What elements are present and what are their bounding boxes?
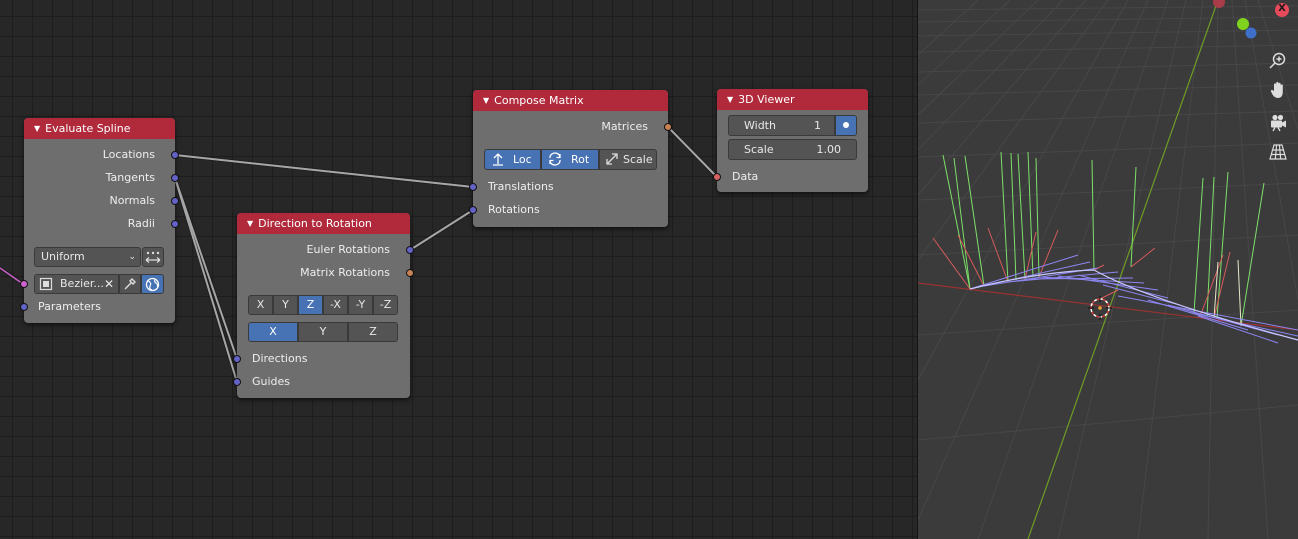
- input-guides: Guides: [252, 375, 291, 388]
- link-tangents-directions: [174, 177, 238, 360]
- toggle-loc[interactable]: Loc: [484, 149, 541, 170]
- node-title: Evaluate Spline: [45, 122, 131, 135]
- output-tangents: Tangents: [105, 171, 155, 184]
- viewport-3d[interactable]: X: [918, 0, 1298, 539]
- dot-icon: [843, 122, 849, 128]
- secondary-axis-y[interactable]: Y: [298, 322, 348, 342]
- node-title: 3D Viewer: [738, 93, 795, 106]
- resample-settings-button[interactable]: [142, 247, 164, 267]
- gizmo-x-label[interactable]: X: [1277, 3, 1287, 14]
- camera-icon[interactable]: [1267, 111, 1289, 133]
- output-normals: Normals: [109, 194, 155, 207]
- socket-matrix-rotations[interactable]: [406, 269, 414, 277]
- node-editor[interactable]: ▼ Evaluate Spline Locations Tangents Norm…: [0, 0, 917, 539]
- socket-locations[interactable]: [171, 151, 179, 159]
- socket-parameters[interactable]: [20, 303, 28, 311]
- input-directions: Directions: [252, 352, 308, 365]
- node-title: Direction to Rotation: [258, 217, 372, 230]
- socket-tangents[interactable]: [171, 174, 179, 182]
- socket-radii[interactable]: [171, 220, 179, 228]
- socket-rotations[interactable]: [469, 206, 477, 214]
- output-radii: Radii: [127, 217, 155, 230]
- clear-icon[interactable]: ✕: [104, 275, 114, 293]
- toggle-scale-label: Scale: [623, 153, 653, 166]
- object-icon: [39, 277, 53, 291]
- socket-directions[interactable]: [233, 355, 241, 363]
- output-euler-rotations: Euler Rotations: [306, 243, 391, 256]
- width-label: Width: [744, 119, 776, 132]
- socket-guides[interactable]: [233, 378, 241, 386]
- primary-axis-z[interactable]: Z: [298, 295, 323, 315]
- scale-label: Scale: [744, 143, 774, 156]
- floor-grid: [918, 0, 1298, 539]
- node-header[interactable]: ▼ 3D Viewer: [717, 89, 868, 110]
- primary-axis-y[interactable]: Y: [273, 295, 298, 315]
- node-header[interactable]: ▼ Compose Matrix: [473, 90, 668, 111]
- socket-matrices[interactable]: [664, 123, 672, 131]
- node-title: Compose Matrix: [494, 94, 584, 107]
- eyedropper-icon: [124, 278, 136, 290]
- evaluate-spline-node[interactable]: ▼ Evaluate Spline Locations Tangents Norm…: [20, 118, 179, 323]
- global-space-toggle[interactable]: [141, 274, 164, 294]
- link-euler-rotations: [409, 209, 474, 251]
- object-name: Bezier...: [60, 277, 104, 290]
- socket-euler-rotations[interactable]: [406, 246, 414, 254]
- socket-normals[interactable]: [171, 197, 179, 205]
- grid-ortho-icon[interactable]: [1267, 141, 1289, 163]
- node-header[interactable]: ▼ Direction to Rotation: [237, 213, 410, 234]
- primary-axis-neg-x[interactable]: -X: [323, 295, 348, 315]
- arrow-up-icon: [493, 153, 503, 166]
- secondary-axis-z[interactable]: Z: [348, 322, 398, 342]
- link-locations-translations: [174, 154, 474, 188]
- width-field[interactable]: Width 1: [728, 115, 835, 136]
- viewer-3d-node[interactable]: ▼ 3D Viewer Width 1 Scale 1.00 Data: [713, 89, 868, 192]
- mode-value: Uniform: [41, 250, 85, 263]
- direction-to-rotation-node[interactable]: ▼ Direction to Rotation Euler Rotations M…: [233, 213, 414, 398]
- node-header[interactable]: ▼ Evaluate Spline: [24, 118, 175, 139]
- compose-matrix-node[interactable]: ▼ Compose Matrix Matrices Loc Rot Scale T…: [469, 90, 672, 227]
- secondary-axis-x[interactable]: X: [248, 322, 298, 342]
- output-locations: Locations: [102, 148, 155, 161]
- collapse-triangle-icon[interactable]: ▼: [34, 118, 40, 139]
- output-matrices: Matrices: [601, 120, 648, 133]
- object-field[interactable]: Bezier... ✕: [34, 274, 119, 294]
- scale-icon: [606, 153, 618, 165]
- toggle-rot[interactable]: Rot: [541, 149, 599, 170]
- globe-icon: [145, 277, 160, 292]
- guide-lines-white: [1213, 259, 1242, 327]
- toggle-scale[interactable]: Scale: [599, 149, 657, 170]
- scale-field[interactable]: Scale 1.00: [728, 139, 857, 160]
- link-matrices-data: [667, 126, 718, 178]
- collapse-triangle-icon[interactable]: ▼: [247, 213, 253, 234]
- output-matrix-rotations: Matrix Rotations: [300, 266, 390, 279]
- eyedropper-button[interactable]: [119, 274, 141, 294]
- primary-axis-neg-y[interactable]: -Y: [348, 295, 373, 315]
- chevron-down-icon: ⌄: [128, 252, 136, 262]
- width-value: 1: [814, 119, 821, 132]
- socket-object-input[interactable]: [20, 280, 28, 288]
- binormal-lines-blue: [969, 254, 1298, 344]
- 3d-cursor-icon: [1088, 296, 1112, 320]
- mode-dropdown[interactable]: Uniform ⌄: [34, 247, 141, 267]
- toggle-rot-label: Rot: [571, 153, 590, 166]
- primary-axis-x[interactable]: X: [248, 295, 273, 315]
- rotate-icon: [549, 152, 561, 166]
- zoom-icon[interactable]: [1267, 49, 1289, 71]
- toggle-loc-label: Loc: [513, 153, 532, 166]
- dots-arrows-icon: [145, 251, 161, 263]
- input-parameters: Parameters: [38, 300, 101, 313]
- input-data: Data: [732, 170, 759, 183]
- link-tangents-guides: [174, 177, 238, 383]
- point-display-toggle[interactable]: [835, 115, 857, 136]
- viewport-scene: [918, 0, 1298, 539]
- scale-value: 1.00: [816, 143, 842, 156]
- input-rotations: Rotations: [488, 203, 540, 216]
- input-translations: Translations: [488, 180, 554, 193]
- socket-translations[interactable]: [469, 183, 477, 191]
- collapse-triangle-icon[interactable]: ▼: [727, 89, 733, 110]
- primary-axis-neg-z[interactable]: -Z: [373, 295, 398, 315]
- socket-data[interactable]: [713, 173, 721, 181]
- collapse-triangle-icon[interactable]: ▼: [483, 90, 489, 111]
- hand-pan-icon[interactable]: [1267, 79, 1289, 101]
